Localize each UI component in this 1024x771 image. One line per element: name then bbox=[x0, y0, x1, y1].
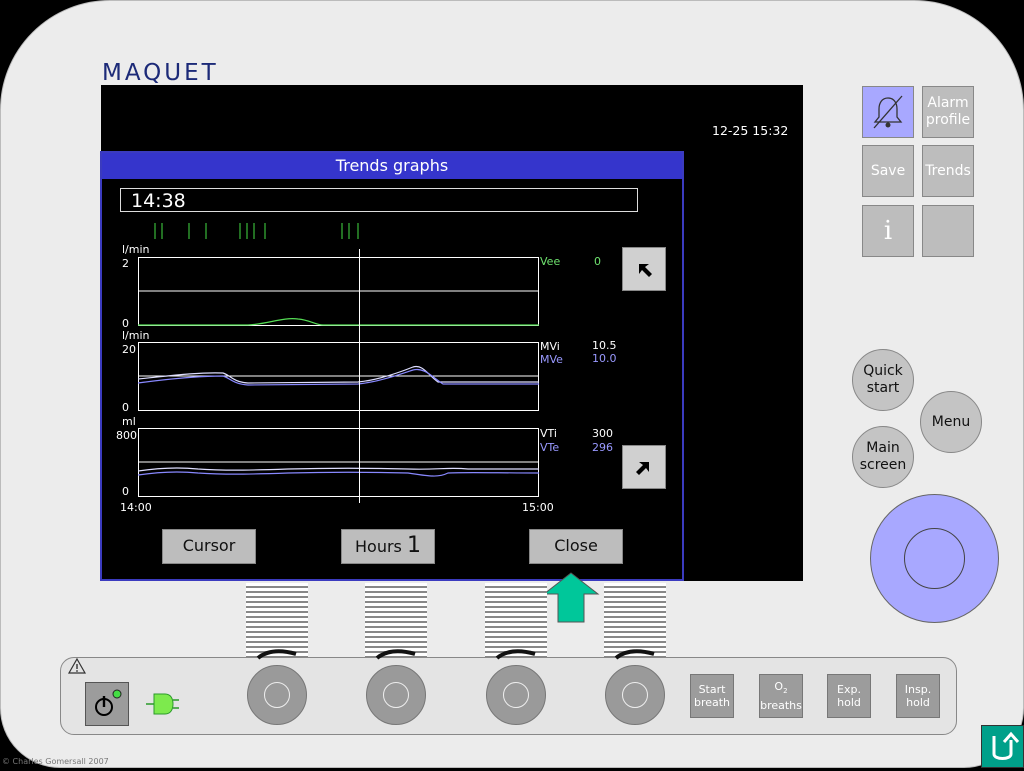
event-markers bbox=[154, 223, 359, 239]
knob-center bbox=[383, 682, 409, 708]
chart2-unit: l/min bbox=[122, 329, 150, 342]
vee-label: Vee bbox=[540, 255, 561, 268]
chart1-unit: l/min bbox=[122, 243, 150, 256]
cursor-button[interactable]: Cursor bbox=[162, 529, 256, 564]
mains-plug-icon bbox=[146, 693, 179, 715]
o2-breaths-button[interactable]: O2 breaths bbox=[759, 674, 803, 718]
main-screen-button[interactable]: Main screen bbox=[852, 426, 914, 488]
o2-breaths-suffix: breaths bbox=[760, 698, 802, 712]
knob-center bbox=[503, 682, 529, 708]
o2-breaths-label: O2 bbox=[774, 680, 788, 696]
chart3-ymin: 0 bbox=[122, 485, 129, 498]
vti-label: VTi bbox=[540, 427, 557, 440]
bell-crossed-icon bbox=[873, 95, 903, 129]
arrow-up-right-icon bbox=[636, 462, 649, 475]
mve-value: 10.0 bbox=[592, 352, 617, 365]
close-button[interactable]: Close bbox=[529, 529, 623, 564]
parameter-knob-2[interactable] bbox=[366, 665, 426, 725]
info-button[interactable]: i bbox=[862, 205, 914, 257]
return-button[interactable] bbox=[981, 725, 1024, 768]
chart3-ymax: 800 bbox=[116, 429, 137, 442]
scroll-down-button[interactable] bbox=[622, 445, 666, 489]
parameter-knob-1[interactable] bbox=[247, 665, 307, 725]
rotary-knob-center bbox=[904, 528, 965, 589]
chart2-minute-volume bbox=[138, 342, 539, 411]
arrow-up-left-icon bbox=[639, 264, 652, 277]
dialog-title: Trends graphs bbox=[102, 153, 682, 179]
copyright-text: © Charles Gomersall 2007 bbox=[2, 757, 109, 766]
chart3-tidal-volume bbox=[138, 428, 540, 497]
vee-value: 0 bbox=[594, 255, 601, 268]
clock-display: 12-25 15:32 bbox=[712, 123, 789, 138]
return-arrow-icon bbox=[992, 731, 1020, 760]
x-axis-start: 14:00 bbox=[120, 501, 152, 514]
trends-dialog: Trends graphs 14:38 l/min 2 0 Vee 0 l/mi… bbox=[100, 151, 684, 581]
mve-label: MVe bbox=[540, 353, 563, 366]
menu-button[interactable]: Menu bbox=[920, 391, 982, 453]
power-button[interactable] bbox=[85, 682, 129, 726]
power-icon bbox=[95, 689, 122, 716]
pointer-arrow-icon bbox=[542, 572, 600, 623]
scroll-up-button[interactable] bbox=[622, 247, 666, 291]
alarm-profile-button[interactable]: Alarm profile bbox=[922, 86, 974, 138]
knob-arcs bbox=[256, 649, 655, 660]
x-axis-end: 15:00 bbox=[522, 501, 554, 514]
blank-button[interactable] bbox=[922, 205, 974, 257]
chart1-vee bbox=[138, 257, 539, 326]
chart1-ymax: 2 bbox=[122, 257, 129, 270]
quick-start-button[interactable]: Quick start bbox=[852, 349, 914, 411]
parameter-knob-4[interactable] bbox=[605, 665, 665, 725]
parameter-knob-3[interactable] bbox=[486, 665, 546, 725]
trends-button[interactable]: Trends bbox=[922, 145, 974, 197]
warning-icon bbox=[67, 657, 87, 674]
chart3-unit: ml bbox=[122, 415, 136, 428]
alarm-silence-button[interactable] bbox=[862, 86, 914, 138]
brand-logo: MAQUET bbox=[102, 60, 219, 86]
save-button[interactable]: Save bbox=[862, 145, 914, 197]
hours-value: 1 bbox=[406, 533, 421, 558]
vte-label: VTe bbox=[540, 441, 560, 454]
hours-label: Hours bbox=[355, 537, 402, 556]
exp-hold-button[interactable]: Exp. hold bbox=[827, 674, 871, 718]
knob-center bbox=[264, 682, 290, 708]
cursor-time-field: 14:38 bbox=[120, 188, 638, 212]
start-breath-button[interactable]: Start breath bbox=[690, 674, 734, 718]
mvi-label: MVi bbox=[540, 340, 560, 353]
vte-value: 296 bbox=[592, 441, 613, 454]
time-cursor-line[interactable] bbox=[359, 249, 360, 503]
chart2-ymax: 20 bbox=[122, 343, 136, 356]
main-rotary-knob[interactable] bbox=[870, 494, 999, 623]
knob-center bbox=[622, 682, 648, 708]
vti-value: 300 bbox=[592, 427, 613, 440]
mvi-value: 10.5 bbox=[592, 339, 617, 352]
hours-button[interactable]: Hours 1 bbox=[341, 529, 435, 564]
chart2-ymin: 0 bbox=[122, 401, 129, 414]
insp-hold-button[interactable]: Insp. hold bbox=[896, 674, 940, 718]
